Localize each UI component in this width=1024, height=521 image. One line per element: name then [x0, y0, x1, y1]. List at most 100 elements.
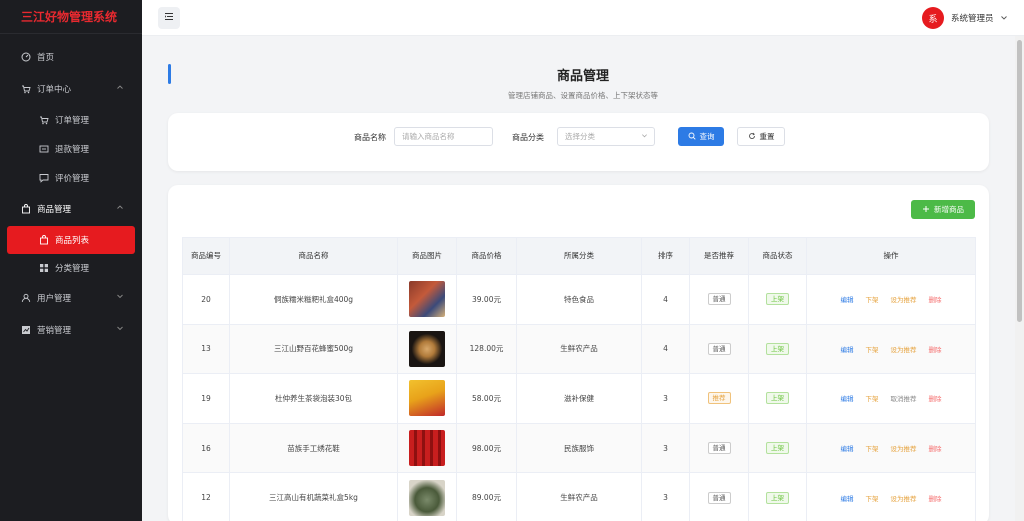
cell-status: 上架 — [748, 373, 807, 424]
user-name[interactable]: 系统管理员 — [951, 12, 994, 24]
table-header-row: 商品编号 商品名称 商品图片 商品价格 所属分类 排序 是否推荐 商品状态 操作 — [182, 237, 976, 275]
chart-icon — [21, 325, 31, 335]
delete-link[interactable]: 删除 — [929, 443, 942, 453]
status-badge: 上架 — [766, 342, 789, 355]
sidebar-item-home[interactable]: 首页 — [0, 43, 142, 71]
edit-link[interactable]: 编辑 — [841, 493, 854, 503]
sidebar-item-user-manage[interactable]: 用户管理 — [0, 284, 142, 312]
product-name-label: 商品名称 — [354, 133, 386, 142]
cell-sort: 3 — [641, 422, 690, 474]
cell-image — [397, 323, 457, 375]
recommend-tag: 普通 — [707, 442, 731, 455]
cell-recommend: 普通 — [689, 472, 749, 521]
sidebar-item-order-center[interactable]: 订单中心 — [0, 75, 142, 103]
menu-toggle-button[interactable] — [158, 7, 180, 29]
sidebar-item-label: 分类管理 — [55, 264, 90, 274]
status-badge: 上架 — [766, 293, 789, 306]
product-name-input[interactable]: 请输入商品名称 — [394, 127, 493, 146]
reset-button[interactable]: 重置 — [737, 127, 785, 146]
unshelve-link[interactable]: 下架 — [866, 344, 879, 354]
edit-link[interactable]: 编辑 — [841, 393, 854, 403]
column-header: 商品图片 — [397, 237, 457, 275]
cell-image — [397, 422, 457, 474]
cell-price: 98.00元 — [456, 422, 517, 474]
delete-link[interactable]: 删除 — [929, 344, 942, 354]
recommend-link[interactable]: 设为推荐 — [891, 344, 917, 354]
unshelve-link[interactable]: 下架 — [866, 493, 879, 503]
cell-actions: 编辑 下架 设为推荐 删除 — [806, 422, 976, 474]
cell-recommend: 普通 — [689, 274, 749, 325]
cell-name: 杜仲养生茶袋泡装30包 — [229, 373, 398, 424]
cell-id: 20 — [182, 274, 230, 325]
status-badge: 上架 — [766, 491, 789, 504]
cell-sort: 4 — [641, 274, 690, 325]
cell-actions: 编辑 下架 取消推荐 删除 — [806, 373, 976, 424]
scrollbar-thumb[interactable] — [1017, 40, 1022, 322]
sidebar-item-review[interactable]: 评价管理 — [0, 164, 142, 192]
sidebar-item-marketing[interactable]: 营销管理 — [0, 316, 142, 344]
table-row: 12 三江高山有机蔬菜礼盒5kg 89.00元 生鲜农产品 3 普通 上架 编辑… — [182, 472, 976, 521]
cancel-recommend-link[interactable]: 取消推荐 — [891, 393, 917, 403]
unshelve-link[interactable]: 下架 — [866, 294, 879, 304]
chevron-down-icon — [116, 324, 124, 335]
cell-image — [397, 373, 457, 424]
column-header: 操作 — [806, 237, 976, 275]
page-title: 商品管理 — [556, 69, 609, 84]
sidebar-item-order-manage[interactable]: 订单管理 — [0, 106, 142, 134]
delete-link[interactable]: 删除 — [929, 493, 942, 503]
column-header[interactable]: 商品名称 — [229, 237, 398, 275]
product-thumbnail[interactable] — [409, 479, 445, 516]
sidebar-item-refund[interactable]: 退款管理 — [0, 135, 142, 163]
recommend-link[interactable]: 设为推荐 — [891, 443, 917, 453]
recommend-link[interactable]: 设为推荐 — [891, 493, 917, 503]
cell-price: 89.00元 — [456, 472, 517, 521]
edit-link[interactable]: 编辑 — [841, 294, 854, 304]
unshelve-link[interactable]: 下架 — [866, 443, 879, 453]
bag-icon — [39, 235, 49, 245]
cell-status: 上架 — [748, 422, 807, 474]
cell-category: 民族服饰 — [516, 422, 642, 474]
sidebar-item-label: 订单管理 — [55, 116, 90, 126]
cell-name: 三江高山有机蔬菜礼盒5kg — [229, 472, 398, 521]
page-scrollbar[interactable] — [1015, 36, 1024, 521]
cell-recommend: 普通 — [689, 323, 749, 375]
delete-link[interactable]: 删除 — [929, 294, 942, 304]
sidebar-item-label: 商品管理 — [37, 205, 72, 215]
cell-id: 19 — [182, 373, 230, 424]
cell-actions: 编辑 下架 设为推荐 删除 — [806, 323, 976, 375]
cell-status: 上架 — [748, 323, 807, 375]
cell-status: 上架 — [748, 274, 807, 325]
product-thumbnail[interactable] — [409, 330, 445, 367]
sidebar-item-product-manage[interactable]: 商品管理 — [0, 195, 142, 223]
delete-link[interactable]: 删除 — [929, 393, 942, 403]
refund-icon — [39, 144, 49, 154]
cell-sort: 3 — [641, 472, 690, 521]
product-thumbnail[interactable] — [409, 430, 445, 467]
sidebar-item-category[interactable]: 分类管理 — [0, 254, 142, 282]
product-table: 商品编号 商品名称 商品图片 商品价格 所属分类 排序 是否推荐 商品状态 操作… — [182, 237, 976, 521]
edit-link[interactable]: 编辑 — [841, 443, 854, 453]
cell-id: 13 — [182, 323, 230, 375]
product-thumbnail[interactable] — [409, 380, 445, 417]
cell-id: 16 — [182, 422, 230, 474]
grid-icon — [39, 263, 49, 273]
add-product-button[interactable]: 新增商品 — [911, 200, 975, 219]
recommend-link[interactable]: 设为推荐 — [891, 294, 917, 304]
edit-link[interactable]: 编辑 — [841, 344, 854, 354]
column-header: 商品价格 — [456, 237, 517, 275]
chevron-down-icon[interactable] — [1000, 14, 1008, 25]
recommend-tag: 普通 — [707, 293, 731, 306]
unshelve-link[interactable]: 下架 — [866, 393, 879, 403]
category-select[interactable]: 选择分类 — [557, 127, 655, 146]
app-title: 三江好物管理系统 — [0, 0, 142, 34]
sidebar-item-product-list[interactable]: 商品列表 — [7, 226, 135, 254]
cell-id: 12 — [182, 472, 230, 521]
cell-image — [397, 274, 457, 325]
column-header: 所属分类 — [516, 237, 642, 275]
sidebar-item-label: 商品列表 — [55, 236, 90, 246]
table-row: 20 侗族糯米糍粑礼盒400g 39.00元 特色食品 4 普通 上架 编辑 下… — [182, 274, 976, 325]
product-thumbnail[interactable] — [409, 281, 445, 318]
cell-name: 三江山野百花蜂蜜500g — [229, 323, 398, 375]
query-button[interactable]: 查询 — [678, 127, 724, 146]
avatar[interactable]: 系 — [922, 7, 944, 29]
